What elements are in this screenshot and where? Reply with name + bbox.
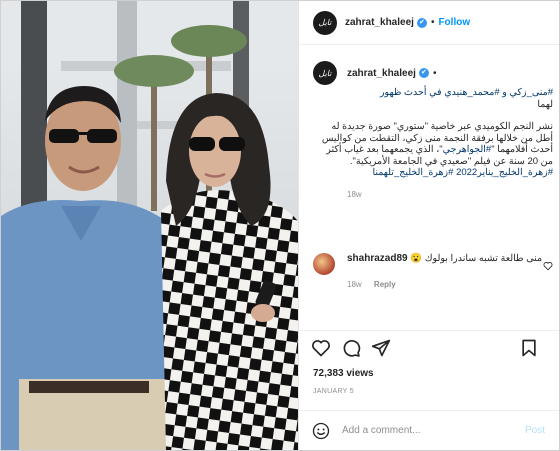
- separator-dot: •: [430, 17, 435, 28]
- post-image: [1, 1, 298, 450]
- follow-button[interactable]: Follow: [438, 17, 470, 28]
- avatar-text: تايل: [318, 68, 332, 78]
- post-date: JANUARY 5: [313, 388, 354, 395]
- avatar-text: تايل: [318, 18, 332, 27]
- caption-hashtag[interactable]: #: [548, 87, 553, 98]
- verified-badge-icon: ✔: [418, 68, 429, 78]
- caption-avatar[interactable]: تايل: [313, 61, 337, 85]
- comment: shahrazad89 منى طالعة تشبه ساندرا بولوك …: [313, 253, 553, 291]
- like-heart-icon[interactable]: [311, 338, 331, 358]
- commenter-username[interactable]: shahrazad89: [347, 253, 408, 264]
- header-username[interactable]: zahrat_khaleej: [345, 17, 414, 28]
- separator-dot: •: [432, 67, 437, 79]
- comment-bubble-icon[interactable]: [341, 338, 361, 358]
- caption-age: 18w: [347, 189, 362, 199]
- action-bar: [299, 330, 559, 364]
- post-side-panel: تايل zahrat_khaleej ✔ • Follow تايل zahr…: [298, 1, 559, 450]
- add-comment-bar: Post: [299, 410, 559, 450]
- caption-hashtags[interactable]: #زهرة_الخليج_يناير2022 #زهرة_الخليج_تلهم…: [373, 167, 553, 178]
- share-paper-plane-icon[interactable]: [371, 338, 391, 358]
- comment-text: منى طالعة تشبه ساندرا بولوك 😮: [410, 253, 543, 264]
- comment-meta: 18w Reply: [347, 279, 553, 291]
- add-comment-input[interactable]: [342, 425, 502, 436]
- profile-avatar[interactable]: تايل: [313, 10, 337, 35]
- caption: تايل zahrat_khaleej ✔ • #منى_زكي و #محمد…: [313, 61, 553, 199]
- save-bookmark-icon[interactable]: [519, 338, 539, 358]
- post-photo[interactable]: [1, 1, 298, 450]
- verified-badge-icon: ✔: [416, 17, 427, 28]
- post-comment-button[interactable]: Post: [525, 425, 545, 436]
- comment-like-heart-icon[interactable]: [543, 261, 553, 271]
- commenter-avatar[interactable]: [313, 253, 335, 275]
- caption-username[interactable]: zahrat_khaleej: [347, 68, 416, 79]
- post-header: تايل zahrat_khaleej ✔ • Follow: [299, 1, 559, 45]
- caption-hashtag-film[interactable]: #الجواهرجي: [443, 144, 492, 155]
- reply-button[interactable]: Reply: [374, 280, 396, 289]
- emoji-smiley-icon[interactable]: [312, 422, 330, 440]
- comment-age: 18w: [347, 280, 362, 289]
- view-count: 72,383 views: [313, 368, 374, 379]
- caption-line-2: لهما: [537, 98, 553, 110]
- caption-line-1[interactable]: منى_زكي و #محمد_هنيدي في أحدث ظهور: [380, 87, 548, 98]
- caption-text: #منى_زكي و #محمد_هنيدي في أحدث ظهور لهما…: [313, 87, 553, 179]
